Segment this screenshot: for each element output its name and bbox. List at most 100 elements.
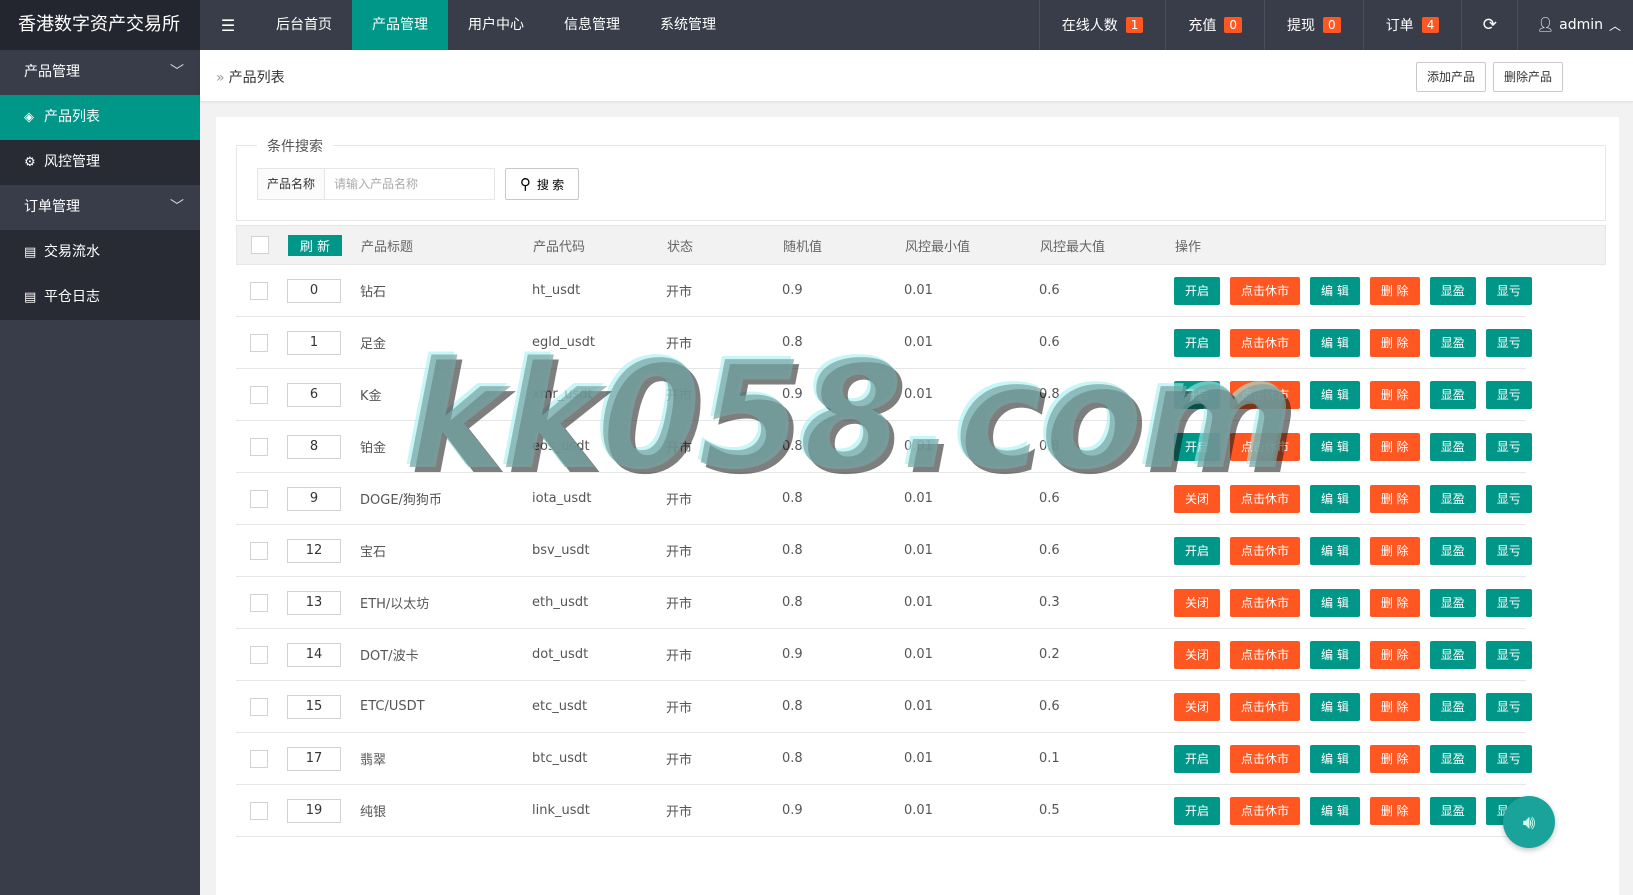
recharge-count[interactable]: 充值 0 xyxy=(1165,0,1264,50)
rest-button[interactable]: 点击休市 xyxy=(1230,536,1301,565)
refresh-button[interactable]: 刷 新 xyxy=(288,234,342,256)
edit-button[interactable]: 编 辑 xyxy=(1310,536,1360,565)
show-loss-button[interactable]: 显亏 xyxy=(1485,692,1532,721)
rest-button[interactable]: 点击休市 xyxy=(1230,276,1301,305)
show-profit-button[interactable]: 显盈 xyxy=(1429,796,1476,825)
sort-input[interactable] xyxy=(287,538,341,563)
show-profit-button[interactable]: 显盈 xyxy=(1429,484,1476,513)
rest-button[interactable]: 点击休市 xyxy=(1230,588,1301,617)
withdraw-count[interactable]: 提现 0 xyxy=(1264,0,1363,50)
edit-button[interactable]: 编 辑 xyxy=(1310,744,1360,773)
delete-button[interactable]: 删 除 xyxy=(1369,588,1420,617)
edit-button[interactable]: 编 辑 xyxy=(1310,328,1360,357)
show-loss-button[interactable]: 显亏 xyxy=(1485,588,1532,617)
delete-button[interactable]: 删 除 xyxy=(1369,484,1420,513)
app-title[interactable]: 香港数字资产交易所 xyxy=(0,0,200,50)
orders-count[interactable]: 订单 4 xyxy=(1362,0,1462,50)
edit-button[interactable]: 编 辑 xyxy=(1310,588,1360,617)
rest-button[interactable]: 点击休市 xyxy=(1230,796,1301,825)
rest-button[interactable]: 点击休市 xyxy=(1230,380,1301,409)
toggle-button[interactable]: 开启 xyxy=(1174,276,1221,305)
select-all-checkbox[interactable] xyxy=(251,236,269,254)
row-checkbox[interactable] xyxy=(250,697,268,716)
rest-button[interactable]: 点击休市 xyxy=(1230,328,1301,357)
sort-input[interactable] xyxy=(287,278,341,303)
show-profit-button[interactable]: 显盈 xyxy=(1429,432,1476,461)
edit-button[interactable]: 编 辑 xyxy=(1310,380,1360,409)
edit-button[interactable]: 编 辑 xyxy=(1310,484,1360,513)
row-checkbox[interactable] xyxy=(250,541,268,560)
sort-input[interactable] xyxy=(287,798,341,823)
show-loss-button[interactable]: 显亏 xyxy=(1485,432,1532,461)
sidebar-item[interactable]: ▤ 平仓日志 xyxy=(0,275,200,320)
show-loss-button[interactable]: 显亏 xyxy=(1485,744,1532,773)
toggle-button[interactable]: 关闭 xyxy=(1174,484,1221,513)
show-loss-button[interactable]: 显亏 xyxy=(1485,276,1532,305)
delete-button[interactable]: 删 除 xyxy=(1369,432,1420,461)
edit-button[interactable]: 编 辑 xyxy=(1310,796,1360,825)
show-loss-button[interactable]: 显亏 xyxy=(1485,536,1532,565)
toggle-button[interactable]: 开启 xyxy=(1174,536,1221,565)
show-profit-button[interactable]: 显盈 xyxy=(1429,588,1476,617)
delete-button[interactable]: 删 除 xyxy=(1369,380,1420,409)
row-checkbox[interactable] xyxy=(250,437,268,456)
sort-input[interactable] xyxy=(287,434,341,459)
show-profit-button[interactable]: 显盈 xyxy=(1429,328,1476,357)
row-checkbox[interactable] xyxy=(250,801,268,820)
search-input[interactable] xyxy=(325,168,496,200)
toggle-button[interactable]: 开启 xyxy=(1174,380,1221,409)
row-checkbox[interactable] xyxy=(250,385,268,404)
sidebar-item[interactable]: ▤ 交易流水 xyxy=(0,230,200,275)
show-profit-button[interactable]: 显盈 xyxy=(1429,744,1476,773)
row-checkbox[interactable] xyxy=(250,749,268,768)
show-profit-button[interactable]: 显盈 xyxy=(1429,380,1476,409)
sort-input[interactable] xyxy=(287,694,341,719)
rest-button[interactable]: 点击休市 xyxy=(1230,692,1301,721)
floating-chat-button[interactable]: 🔊︎ xyxy=(1503,796,1555,848)
rest-button[interactable]: 点击休市 xyxy=(1230,640,1301,669)
sort-input[interactable] xyxy=(287,642,341,667)
delete-button[interactable]: 删 除 xyxy=(1369,692,1420,721)
sort-input[interactable] xyxy=(287,590,341,615)
sidebar-item[interactable]: ◈ 产品列表 xyxy=(0,95,200,140)
edit-button[interactable]: 编 辑 xyxy=(1310,432,1360,461)
delete-button[interactable]: 删 除 xyxy=(1369,744,1420,773)
delete-button[interactable]: 删 除 xyxy=(1369,276,1420,305)
show-loss-button[interactable]: 显亏 xyxy=(1485,484,1532,513)
sidebar-group[interactable]: 订单管理 ﹀ xyxy=(0,185,200,230)
edit-button[interactable]: 编 辑 xyxy=(1310,692,1360,721)
show-profit-button[interactable]: 显盈 xyxy=(1429,640,1476,669)
search-button[interactable]: ⚲ 搜 索 xyxy=(505,168,580,200)
row-checkbox[interactable] xyxy=(250,333,268,352)
rest-button[interactable]: 点击休市 xyxy=(1230,484,1301,513)
refresh-icon[interactable]: ⟳ xyxy=(1461,0,1517,50)
sort-input[interactable] xyxy=(287,746,341,771)
show-loss-button[interactable]: 显亏 xyxy=(1485,328,1532,357)
toggle-button[interactable]: 开启 xyxy=(1174,432,1221,461)
rest-button[interactable]: 点击休市 xyxy=(1230,432,1301,461)
edit-button[interactable]: 编 辑 xyxy=(1310,640,1360,669)
toggle-button[interactable]: 开启 xyxy=(1174,744,1221,773)
rest-button[interactable]: 点击休市 xyxy=(1230,744,1301,773)
topnav-item[interactable]: 信息管理 xyxy=(544,0,640,50)
edit-button[interactable]: 编 辑 xyxy=(1310,276,1360,305)
sort-input[interactable] xyxy=(287,486,341,511)
sidebar-group[interactable]: 产品管理 ﹀ xyxy=(0,50,200,95)
toggle-button[interactable]: 关闭 xyxy=(1174,692,1221,721)
delete-button[interactable]: 删 除 xyxy=(1369,328,1420,357)
show-loss-button[interactable]: 显亏 xyxy=(1485,380,1532,409)
add-product-button[interactable]: 添加产品 xyxy=(1416,62,1487,92)
show-profit-button[interactable]: 显盈 xyxy=(1429,276,1476,305)
show-profit-button[interactable]: 显盈 xyxy=(1429,536,1476,565)
row-checkbox[interactable] xyxy=(250,645,268,664)
show-loss-button[interactable]: 显亏 xyxy=(1485,640,1532,669)
topnav-item[interactable]: 系统管理 xyxy=(640,0,736,50)
delete-product-button[interactable]: 删除产品 xyxy=(1493,62,1564,92)
topnav-item[interactable]: 产品管理 xyxy=(352,0,448,50)
toggle-button[interactable]: 关闭 xyxy=(1174,640,1221,669)
sort-input[interactable] xyxy=(287,330,341,355)
show-profit-button[interactable]: 显盈 xyxy=(1429,692,1476,721)
toggle-button[interactable]: 开启 xyxy=(1174,796,1221,825)
delete-button[interactable]: 删 除 xyxy=(1369,640,1420,669)
delete-button[interactable]: 删 除 xyxy=(1369,536,1420,565)
